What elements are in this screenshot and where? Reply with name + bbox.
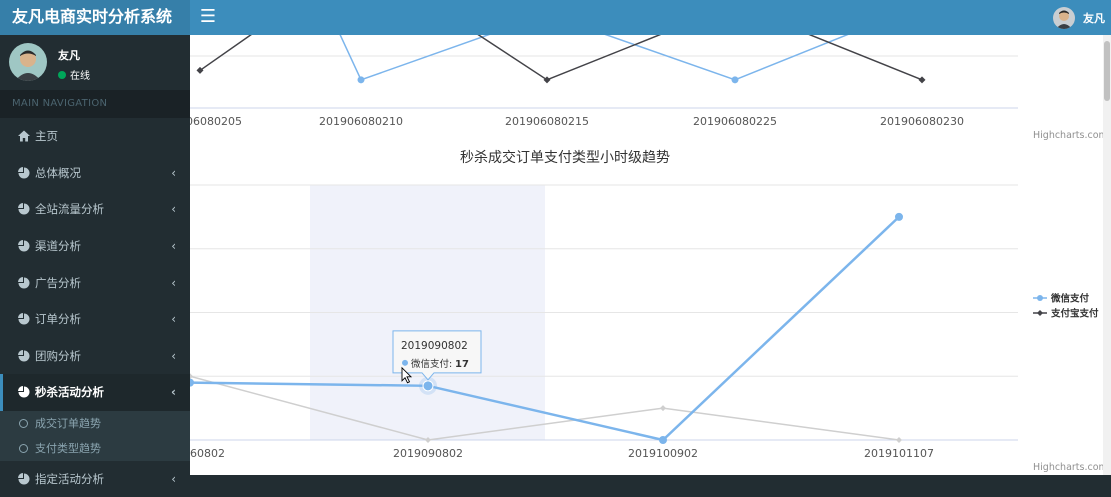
nav-header: MAIN NAVIGATION bbox=[0, 90, 190, 118]
user-name: 友凡 bbox=[58, 49, 80, 62]
chart-title: 秒杀成交订单支付类型小时级趋势 bbox=[460, 149, 670, 166]
sidebar-menu: 主页 总体概况 ‹ 全站流量分析 ‹ 渠道分析 ‹ 广告分析 ‹ 订单分析 ‹ 团购分析 ‹ 秒杀活动分析… bbox=[0, 118, 190, 497]
data-point bbox=[357, 76, 365, 84]
sidebar-item-label: 团购分析 bbox=[35, 348, 81, 363]
nav-user-menu[interactable]: 友凡 bbox=[1053, 0, 1105, 35]
pie-chart-icon bbox=[18, 349, 30, 362]
tooltip-series-marker bbox=[402, 359, 408, 366]
legend-item-label: 微信支付 bbox=[1050, 293, 1090, 305]
charts-canvas[interactable]: 201906080205 201906080210 201906080215 2019… bbox=[190, 35, 1111, 475]
sidebar-submenu: 成交订单趋势 支付类型趋势 bbox=[0, 410, 190, 461]
x-tick-label: 201906080225 bbox=[693, 115, 777, 128]
circle-icon bbox=[19, 443, 28, 453]
sidebar-item-label: 渠道分析 bbox=[35, 239, 81, 254]
x-tick-label: 2019090802 bbox=[393, 447, 463, 460]
pie-chart-icon bbox=[18, 240, 30, 252]
sidebar-item-4[interactable]: 广告分析 ‹ bbox=[0, 264, 190, 301]
chevron-left-icon: ‹ bbox=[171, 165, 176, 180]
x-tick-label: 2019060802 bbox=[190, 447, 225, 460]
sidebar-item-6[interactable]: 团购分析 ‹ bbox=[0, 338, 190, 375]
user-status-label: 在线 bbox=[70, 71, 90, 82]
chevron-left-icon: ‹ bbox=[171, 472, 176, 487]
chevron-left-icon: ‹ bbox=[171, 348, 176, 363]
data-point bbox=[896, 437, 902, 443]
circle-icon bbox=[19, 418, 28, 428]
data-point bbox=[422, 380, 434, 392]
data-point bbox=[660, 405, 666, 412]
x-tick-label: 2019100902 bbox=[628, 447, 698, 460]
pie-chart-icon bbox=[18, 473, 30, 485]
series-line-1 bbox=[199, 35, 923, 81]
sidebar-item-label: 广告分析 bbox=[35, 275, 81, 290]
chart-legend[interactable]: 微信支付支付宝支付 bbox=[1033, 293, 1099, 320]
pie-chart-icon bbox=[18, 386, 30, 398]
x-tick-label: 201906080205 bbox=[190, 115, 242, 128]
submenu-item-label: 成交订单趋势 bbox=[35, 417, 101, 431]
sidebar-item-5[interactable]: 订单分析 ‹ bbox=[0, 301, 190, 338]
scrollbar-thumb[interactable] bbox=[1104, 41, 1110, 101]
user-avatar bbox=[9, 43, 47, 81]
data-point bbox=[918, 76, 926, 84]
sidebar-item-3[interactable]: 渠道分析 ‹ bbox=[0, 228, 190, 265]
top-navbar: ☰ 友凡 bbox=[190, 0, 1111, 35]
chevron-left-icon: ‹ bbox=[171, 202, 176, 217]
chevron-left-icon: ‹ bbox=[171, 239, 176, 254]
sidebar-item-label: 全站流量分析 bbox=[35, 202, 104, 217]
series-line-0 bbox=[339, 35, 849, 81]
nav-user-name: 友凡 bbox=[1083, 11, 1105, 25]
home-icon bbox=[18, 130, 30, 142]
chevron-left-icon: ‹ bbox=[171, 312, 176, 327]
x-tick-label: 201906080210 bbox=[319, 115, 403, 128]
sidebar-item-label: 主页 bbox=[35, 129, 58, 144]
sidebar-toggle-icon[interactable]: ☰ bbox=[196, 0, 220, 35]
nav-avatar bbox=[1053, 6, 1075, 29]
pie-chart-icon bbox=[18, 166, 30, 179]
sidebar-item-8[interactable]: 指定活动分析 ‹ bbox=[0, 461, 190, 497]
sidebar-item-1[interactable]: 总体概况 ‹ bbox=[0, 155, 190, 192]
sidebar-item-label: 秒杀活动分析 bbox=[35, 385, 104, 400]
data-point bbox=[731, 76, 739, 84]
legend-marker bbox=[1037, 310, 1043, 316]
sidebar-item-label: 订单分析 bbox=[35, 312, 81, 327]
data-point bbox=[190, 373, 193, 380]
user-panel: 友凡 在线 bbox=[0, 35, 190, 90]
content-scrollbar[interactable] bbox=[1103, 35, 1111, 475]
tooltip-value: 17 bbox=[455, 359, 469, 370]
legend-item-label: 支付宝支付 bbox=[1050, 308, 1099, 320]
pie-chart-icon bbox=[18, 313, 30, 325]
x-tick-label: 2019101107 bbox=[864, 447, 934, 460]
submenu-item-label: 支付类型趋势 bbox=[35, 442, 101, 456]
tooltip-series-label: 微信支付: bbox=[411, 358, 452, 370]
main-content: 201906080205 201906080210 201906080215 2019… bbox=[190, 35, 1111, 475]
legend-marker bbox=[1037, 295, 1043, 301]
chart-credits: Highcharts.com bbox=[1033, 130, 1108, 141]
sidebar-item-7[interactable]: 秒杀活动分析 ‹ bbox=[0, 374, 190, 411]
pie-chart-icon bbox=[18, 276, 30, 289]
online-status-icon bbox=[58, 70, 66, 79]
tooltip-category: 2019090802 bbox=[401, 340, 468, 352]
pie-chart-icon bbox=[18, 203, 30, 215]
x-tick-label: 201906080230 bbox=[880, 115, 964, 128]
submenu-item-0[interactable]: 成交订单趋势 bbox=[0, 411, 190, 436]
sidebar-item-label: 总体概况 bbox=[35, 165, 81, 180]
sidebar-item-label: 指定活动分析 bbox=[35, 472, 104, 487]
chevron-left-icon: ‹ bbox=[171, 275, 176, 290]
data-point bbox=[190, 378, 194, 387]
chart-credits: Highcharts.com bbox=[1033, 462, 1108, 473]
user-status: 在线 bbox=[58, 67, 90, 82]
chevron-left-icon: ‹ bbox=[171, 385, 176, 400]
data-point bbox=[659, 436, 667, 444]
x-tick-label: 201906080215 bbox=[505, 115, 589, 128]
sidebar: 友凡 在线 MAIN NAVIGATION 主页 总体概况 ‹ 全站流量分析 ‹ 渠道分析… bbox=[0, 35, 190, 497]
submenu-item-1[interactable]: 支付类型趋势 bbox=[0, 436, 190, 461]
app-logo[interactable]: 友凡电商实时分析系统 bbox=[0, 0, 190, 35]
sidebar-item-0[interactable]: 主页 bbox=[0, 118, 190, 155]
data-point bbox=[895, 212, 903, 221]
sidebar-item-2[interactable]: 全站流量分析 ‹ bbox=[0, 191, 190, 228]
